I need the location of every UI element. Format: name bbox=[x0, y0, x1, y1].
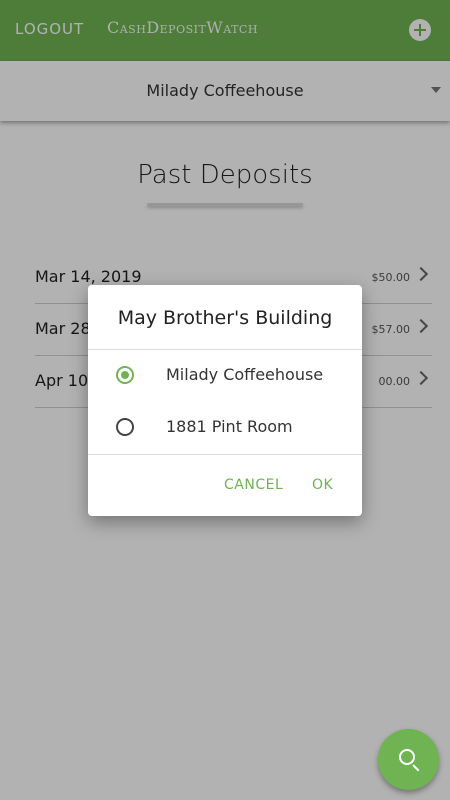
cancel-button[interactable]: CANCEL bbox=[224, 477, 283, 493]
search-fab[interactable] bbox=[378, 729, 439, 790]
search-icon bbox=[399, 749, 415, 765]
radio-checked[interactable] bbox=[116, 366, 134, 384]
radio-unchecked[interactable] bbox=[116, 418, 134, 436]
option-label: 1881 Pint Room bbox=[166, 417, 293, 436]
option-milady-coffeehouse[interactable]: Milady Coffeehouse bbox=[88, 350, 362, 402]
app-screen: LOGOUT CashDepositWatch Milady Coffeehou… bbox=[0, 0, 450, 800]
dialog-title: May Brother's Building bbox=[117, 307, 333, 329]
dialog-divider bbox=[88, 454, 362, 455]
location-dialog: May Brother's Building Milady Coffeehous… bbox=[88, 285, 362, 516]
option-1881-pint-room[interactable]: 1881 Pint Room bbox=[88, 402, 362, 454]
option-label: Milady Coffeehouse bbox=[166, 365, 324, 384]
ok-button[interactable]: OK bbox=[312, 477, 333, 493]
